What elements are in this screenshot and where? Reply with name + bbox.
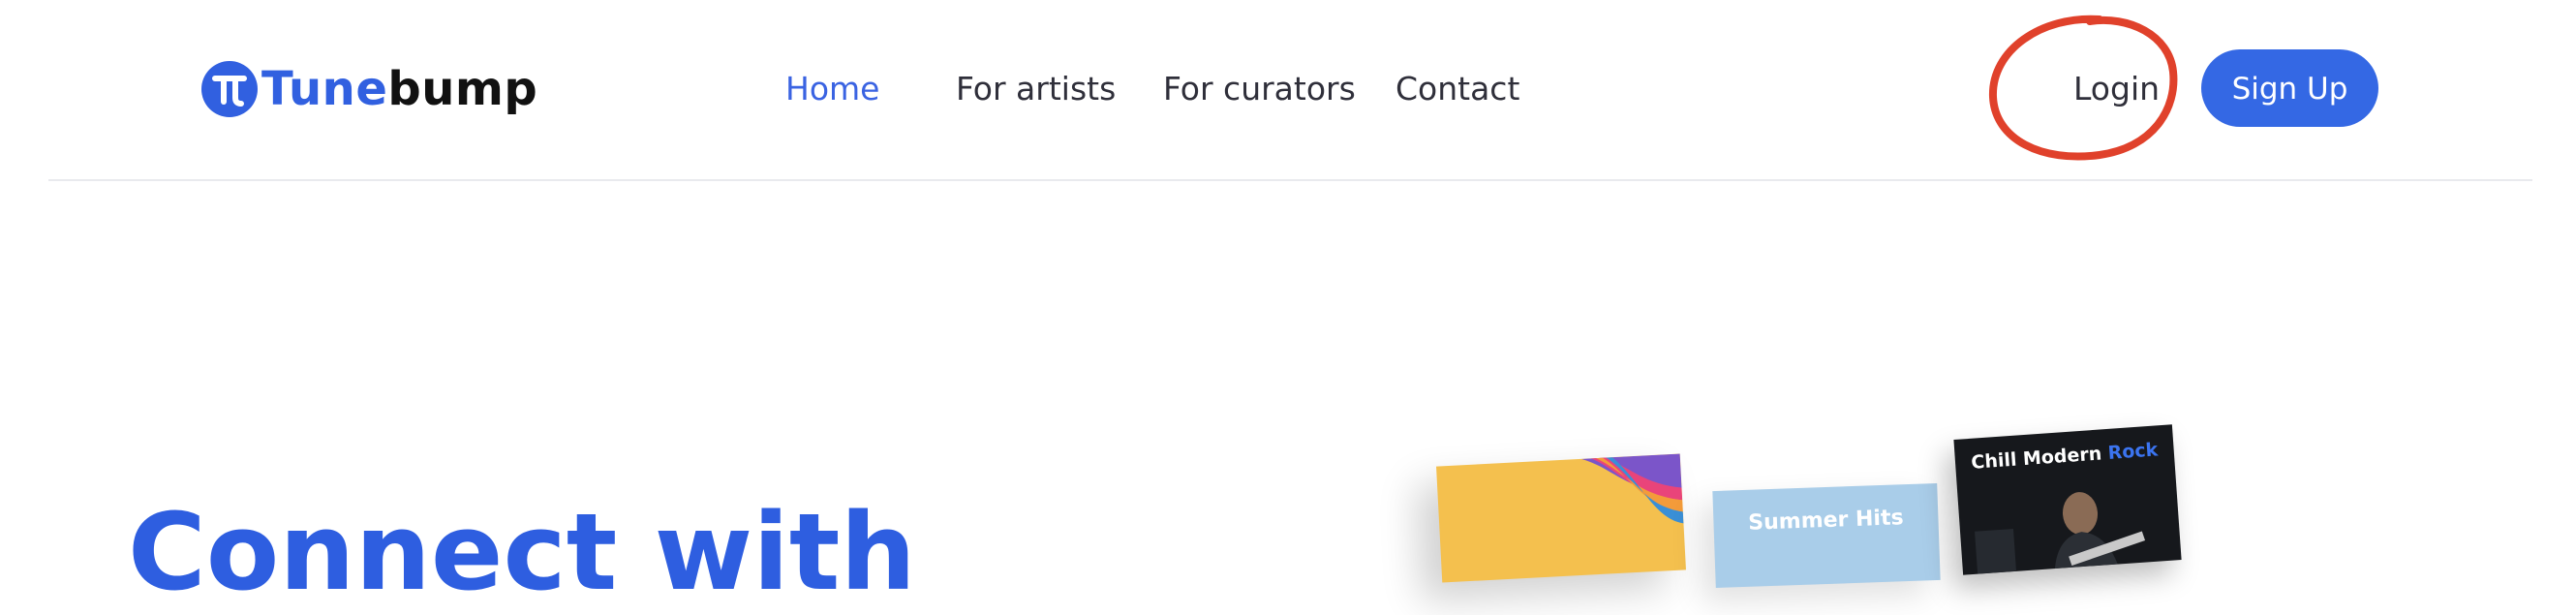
brand-name-part2: bump — [387, 62, 538, 116]
nav-for-artists-link[interactable]: For artists — [956, 68, 1116, 110]
hero-title: Connect with — [128, 490, 916, 614]
brand-logo[interactable]: Tunebump — [201, 60, 537, 118]
brand-name-part1: Tune — [261, 62, 388, 116]
tunebump-logo-icon — [201, 61, 258, 117]
site-header: Tunebump Home For artists For curators C… — [0, 0, 2576, 180]
wave-artwork-icon — [1580, 453, 1684, 524]
sign-up-button[interactable]: Sign Up — [2201, 49, 2378, 127]
header-divider — [48, 179, 2532, 181]
playlist-card-title-accent: Rock — [2106, 439, 2159, 464]
nav-home-link[interactable]: Home — [785, 68, 879, 110]
nav-contact-link[interactable]: Contact — [1395, 68, 1519, 110]
playlist-card-summer-hits: Summer Hits — [1712, 482, 1941, 589]
playlist-card-title: Summer Hits — [1747, 506, 1905, 536]
login-link[interactable]: Login — [2073, 68, 2160, 110]
nav-for-curators-link[interactable]: For curators — [1163, 68, 1356, 110]
playlist-card-chill-modern-rock: Chill Modern Rock — [1953, 424, 2182, 575]
brand-name: Tunebump — [261, 60, 537, 118]
playlist-card-waves — [1436, 453, 1686, 583]
